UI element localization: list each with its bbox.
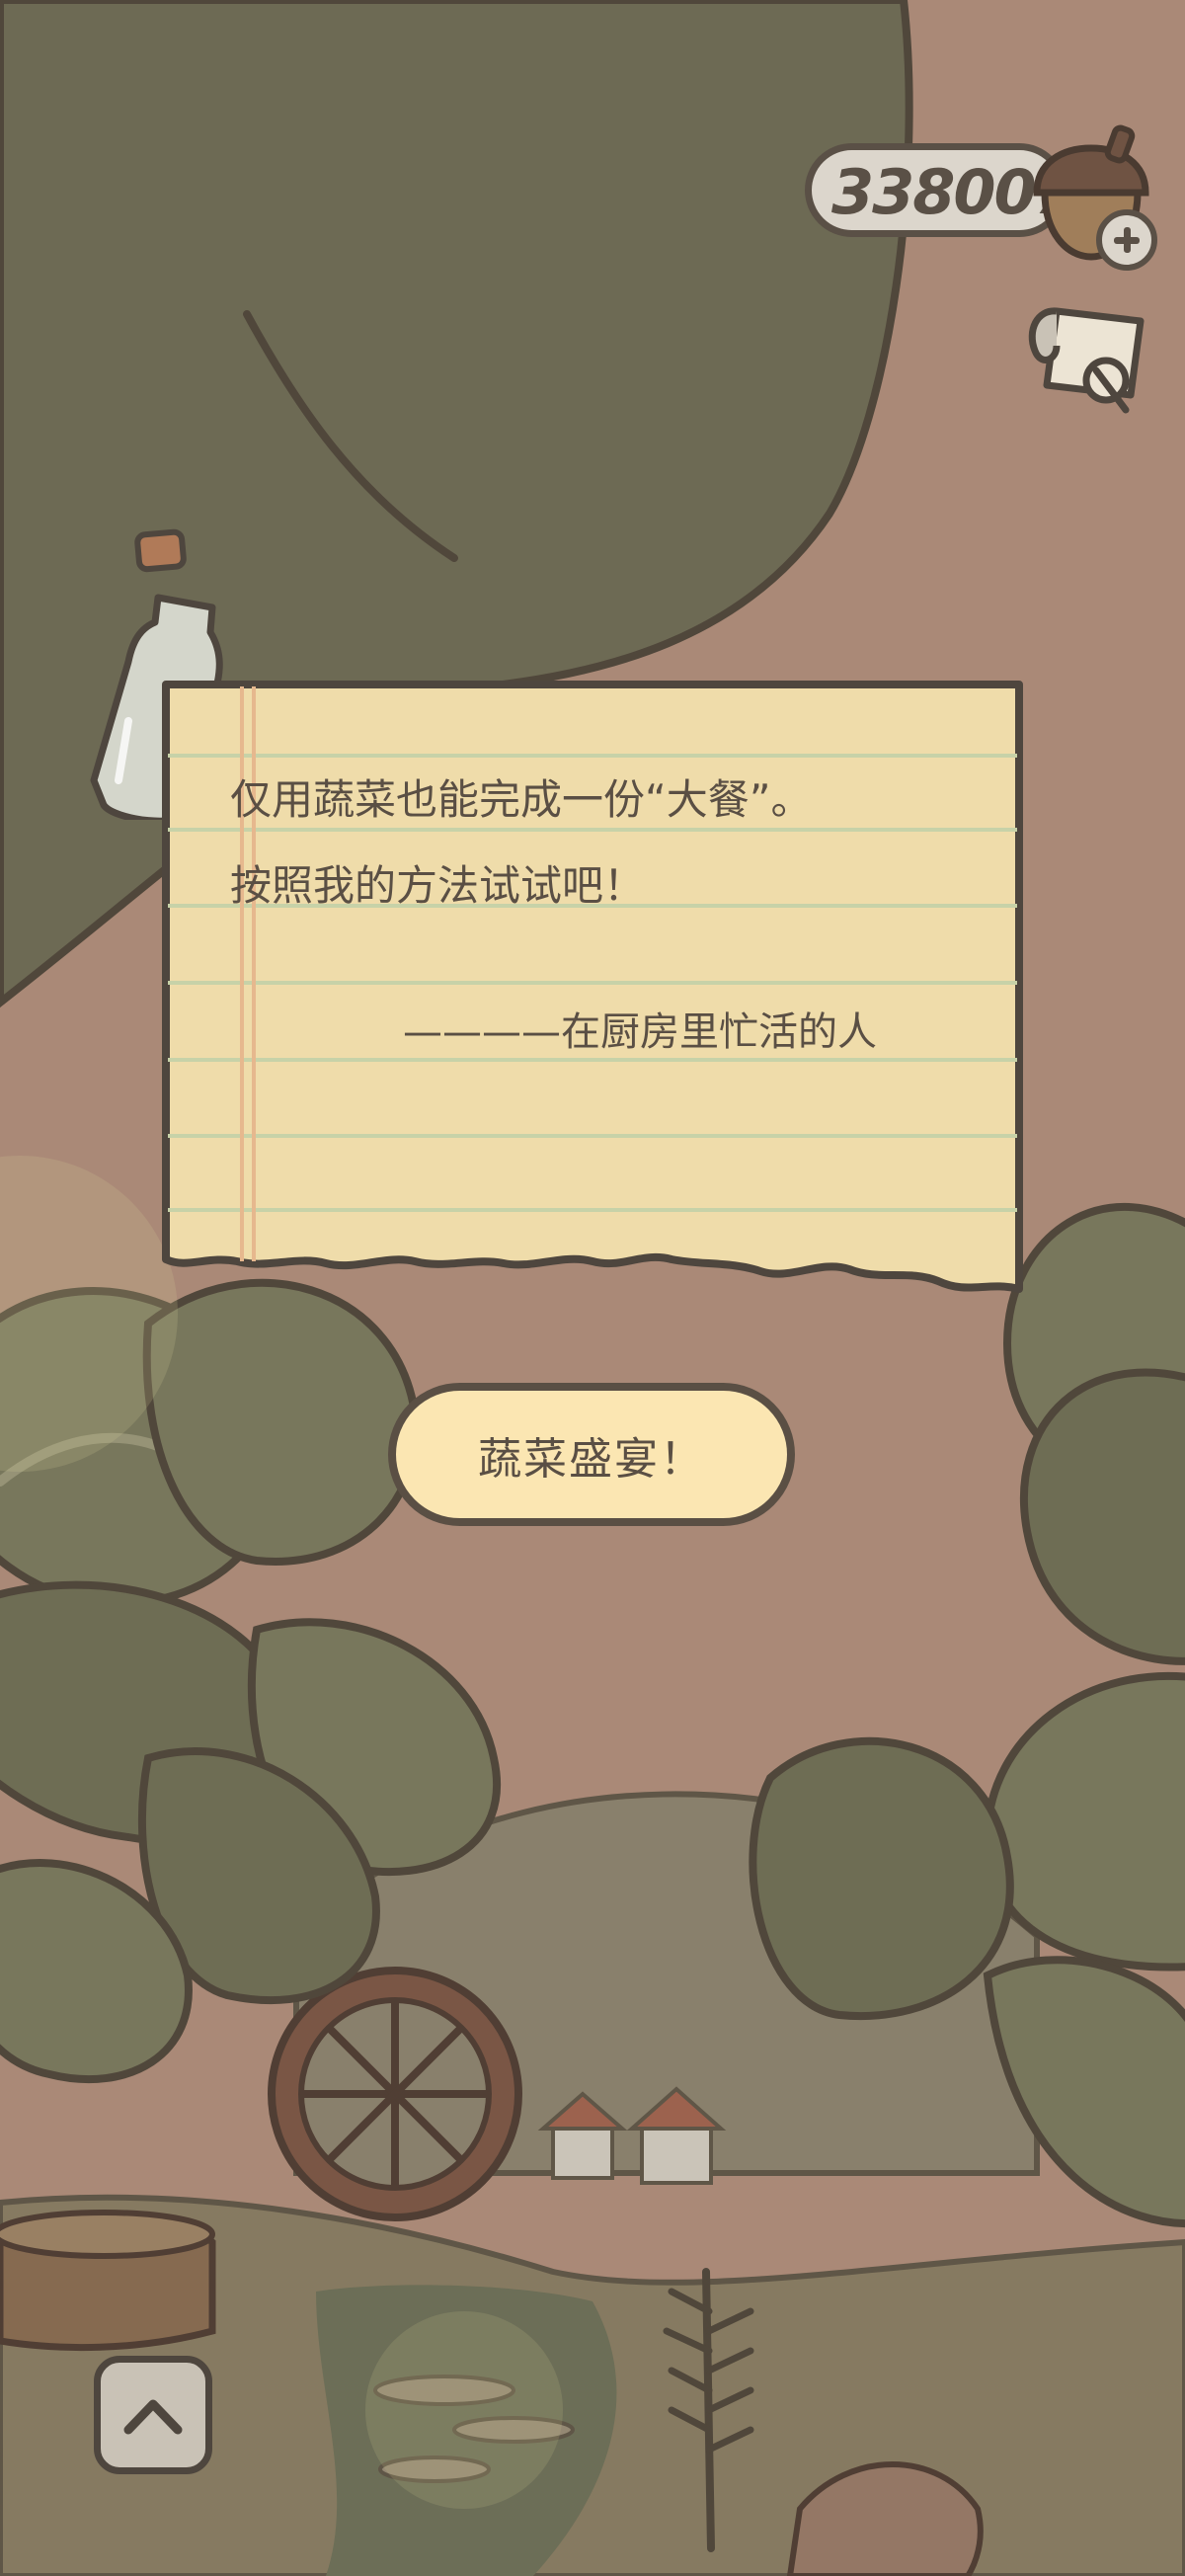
- vegetable-feast-button[interactable]: 蔬菜盛宴！: [388, 1383, 795, 1526]
- scroll-icon[interactable]: [1017, 291, 1155, 430]
- letter-note: 仅用蔬菜也能完成一份“大餐”。 按照我的方法试试吧！ ————在厨房里忙活的人: [158, 677, 1027, 1299]
- note-signature: ————在厨房里忙活的人: [403, 1009, 877, 1055]
- note-text-line1: 仅用蔬菜也能完成一份“大餐”。: [230, 775, 813, 824]
- vegetable-feast-button-label: 蔬菜盛宴！: [478, 1433, 705, 1485]
- expand-menu-button[interactable]: [94, 2356, 212, 2474]
- chevron-up-icon: [123, 2399, 183, 2435]
- plus-icon[interactable]: [1096, 209, 1157, 271]
- note-text-line2: 按照我的方法试试吧！: [230, 861, 646, 910]
